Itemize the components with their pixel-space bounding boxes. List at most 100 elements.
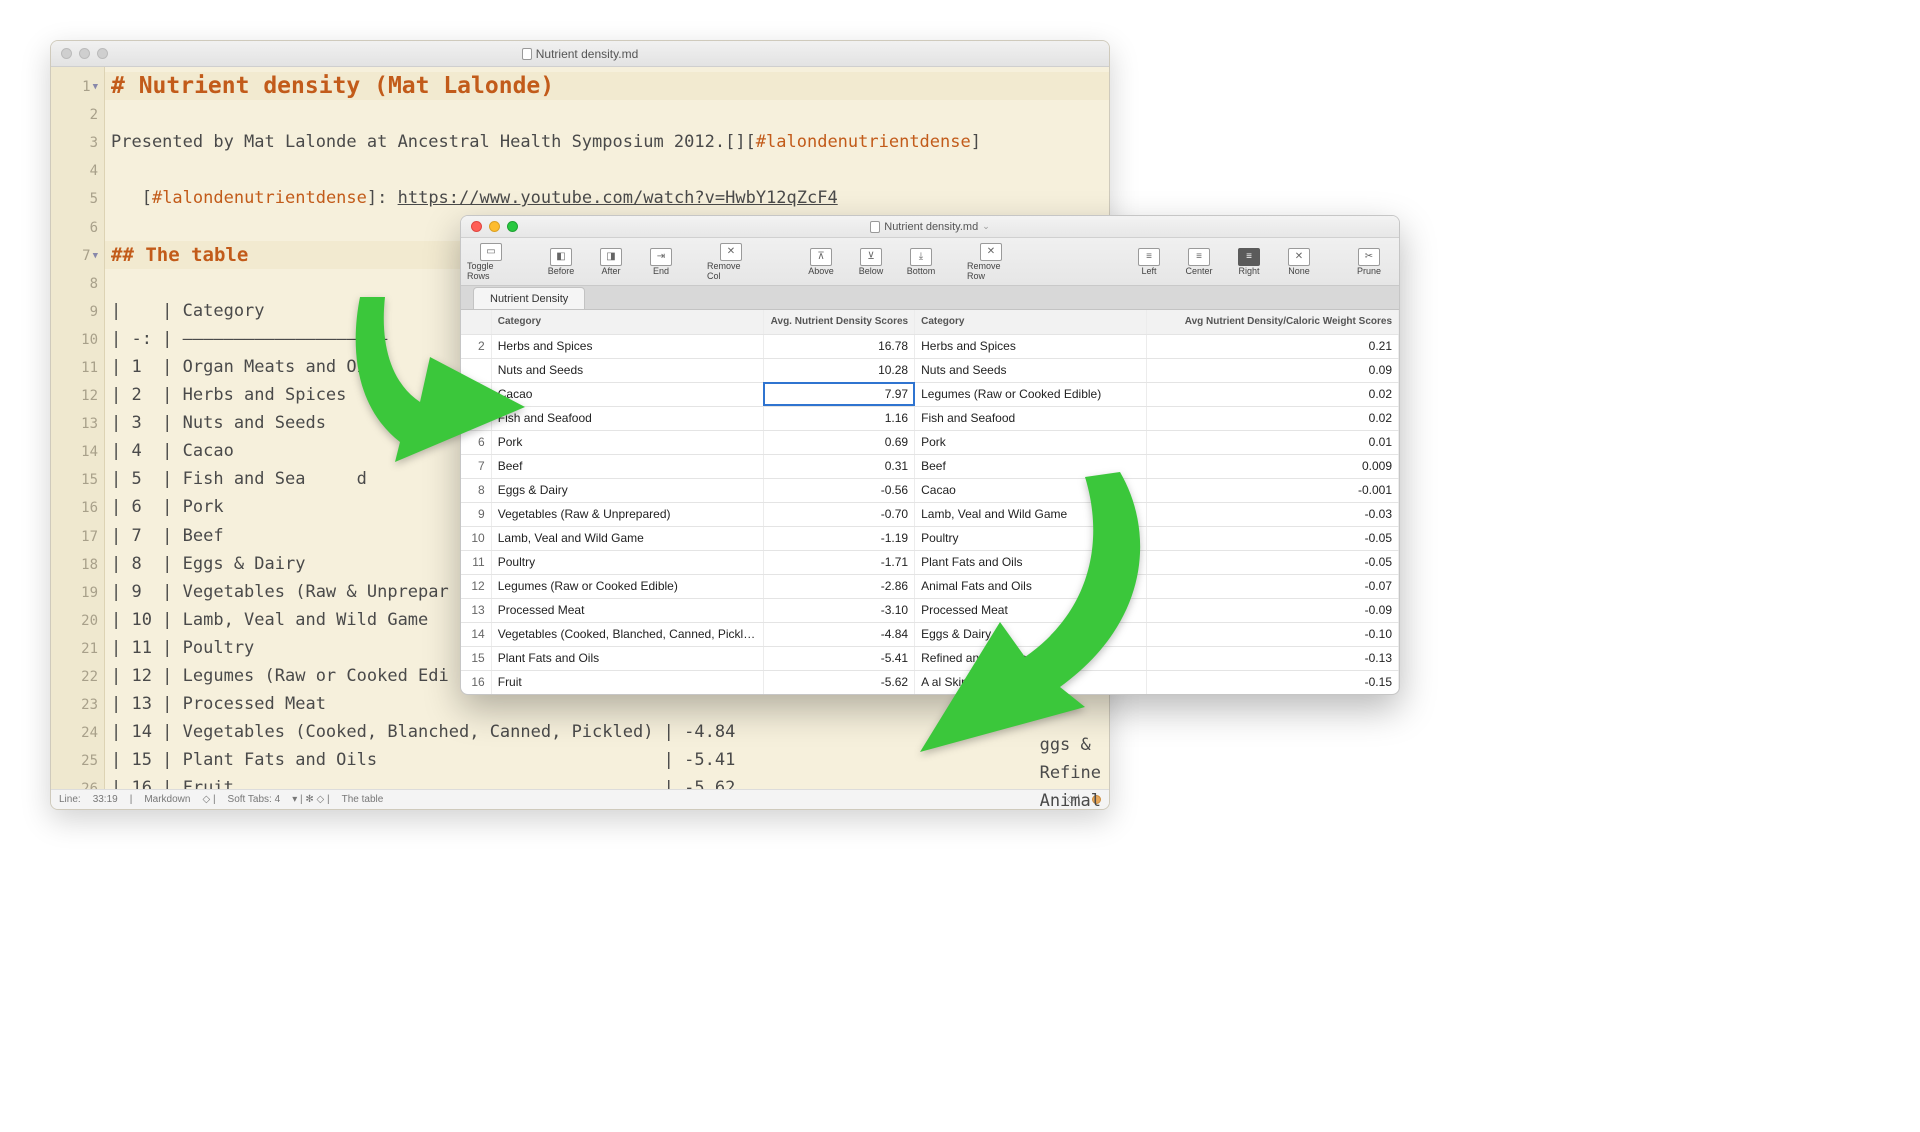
cell[interactable]: Cacao (491, 382, 763, 406)
cell[interactable]: -0.07 (1146, 574, 1398, 598)
table-row[interactable]: 2Herbs and Spices16.78Herbs and Spices0.… (461, 334, 1399, 358)
line-number[interactable]: 23 (51, 691, 104, 719)
line-number[interactable]: 19 (51, 579, 104, 607)
line-number[interactable]: 5 (51, 185, 104, 213)
status-lang[interactable]: Markdown (144, 794, 190, 805)
line-number[interactable]: 6 (51, 213, 104, 241)
line-number[interactable]: 15 (51, 466, 104, 494)
align-right-button[interactable]: ≡Right (1225, 240, 1273, 284)
cell[interactable]: 16.78 (763, 334, 914, 358)
status-crumb[interactable]: The table (342, 794, 384, 805)
cell[interactable]: Fish and Seafood (491, 406, 763, 430)
line-number[interactable]: 20 (51, 607, 104, 635)
chevron-down-icon[interactable]: ⌄ (982, 221, 990, 232)
cell[interactable]: Vegetables (Raw & Unprepared) (491, 502, 763, 526)
line-number[interactable]: 11 (51, 354, 104, 382)
editor-titlebar[interactable]: Nutrient density.md (51, 41, 1109, 67)
cell[interactable]: Pork (491, 430, 763, 454)
cell[interactable]: 0.01 (1146, 430, 1398, 454)
line-number[interactable]: 25 (51, 747, 104, 775)
cell[interactable]: Legumes (Raw or Cooked Edible) (491, 574, 763, 598)
row-below-button[interactable]: ⊻Below (847, 240, 895, 284)
status-tabs[interactable]: Soft Tabs: 4 (228, 794, 281, 805)
cell[interactable]: Fruit (491, 670, 763, 694)
col-end-button[interactable]: ⇥End (637, 240, 685, 284)
cell[interactable]: Legumes (Raw or Cooked Edible) (915, 382, 1147, 406)
prune-button[interactable]: ✂Prune (1345, 240, 1393, 284)
cell[interactable]: 7.97 (763, 382, 914, 406)
column-header[interactable]: Avg Nutrient Density/Caloric Weight Scor… (1146, 310, 1398, 334)
line-number[interactable]: 1 (51, 73, 104, 101)
align-none-button[interactable]: ✕None (1275, 240, 1323, 284)
table-row[interactable]: 5Fish and Seafood1.16Fish and Seafood0.0… (461, 406, 1399, 430)
line-number[interactable]: 12 (51, 382, 104, 410)
cell[interactable]: Nuts and Seeds (491, 358, 763, 382)
cell[interactable]: -0.05 (1146, 550, 1398, 574)
cell[interactable]: 1.16 (763, 406, 914, 430)
cell[interactable]: Poultry (491, 550, 763, 574)
align-left-button[interactable]: ≡Left (1125, 240, 1173, 284)
code-line[interactable]: [#lalondenutrientdense]: https://www.you… (105, 184, 1109, 212)
row-bottom-button[interactable]: ⤓Bottom (897, 240, 945, 284)
line-number[interactable]: 14 (51, 438, 104, 466)
table-row[interactable]: 6Pork0.69Pork0.01 (461, 430, 1399, 454)
cell[interactable]: Fish and Seafood (915, 406, 1147, 430)
cell[interactable]: -0.10 (1146, 622, 1398, 646)
code-line[interactable] (105, 156, 1109, 184)
cell[interactable]: Lamb, Veal and Wild Game (491, 526, 763, 550)
cell[interactable]: Pork (915, 430, 1147, 454)
cell[interactable]: -0.001 (1146, 478, 1398, 502)
cell[interactable]: -0.05 (1146, 526, 1398, 550)
line-number[interactable]: 3 (51, 129, 104, 157)
line-number[interactable]: 10 (51, 326, 104, 354)
line-gutter[interactable]: 1234567891011121314151617181920212223242… (51, 67, 105, 789)
code-line[interactable]: # Nutrient density (Mat Lalonde) (105, 72, 1109, 100)
cell[interactable]: 0.09 (1146, 358, 1398, 382)
cell[interactable]: Plant Fats and Oils (491, 646, 763, 670)
table-row[interactable]: Cacao7.97Legumes (Raw or Cooked Edible)0… (461, 382, 1399, 406)
line-number[interactable]: 8 (51, 270, 104, 298)
align-center-button[interactable]: ≡Center (1175, 240, 1223, 284)
line-number[interactable]: 2 (51, 101, 104, 129)
line-number[interactable]: 26 (51, 775, 104, 789)
line-number[interactable]: 4 (51, 157, 104, 185)
line-number[interactable]: 18 (51, 551, 104, 579)
line-number[interactable]: 17 (51, 523, 104, 551)
cell[interactable]: Herbs and Spices (491, 334, 763, 358)
cell[interactable]: Vegetables (Cooked, Blanched, Canned, Pi… (491, 622, 763, 646)
line-number[interactable]: 16 (51, 494, 104, 522)
line-number[interactable]: 22 (51, 663, 104, 691)
code-line[interactable] (105, 100, 1109, 128)
table-row[interactable]: Nuts and Seeds10.28Nuts and Seeds0.09 (461, 358, 1399, 382)
cell[interactable]: Nuts and Seeds (915, 358, 1147, 382)
col-before-button[interactable]: ◧Before (537, 240, 585, 284)
cell[interactable]: Processed Meat (491, 598, 763, 622)
line-number[interactable]: 7 (51, 242, 104, 270)
cell[interactable]: -0.09 (1146, 598, 1398, 622)
line-number[interactable]: 24 (51, 719, 104, 747)
column-header[interactable]: Category (915, 310, 1147, 334)
code-line[interactable]: | 16 | Fruit | -5.62 (105, 774, 1109, 789)
line-number[interactable]: 21 (51, 635, 104, 663)
cell[interactable]: 0.69 (763, 430, 914, 454)
cell[interactable]: 0.009 (1146, 454, 1398, 478)
table-titlebar[interactable]: Nutrient density.md ⌄ (461, 216, 1399, 238)
cell[interactable]: 0.02 (1146, 382, 1398, 406)
cell[interactable]: -0.03 (1146, 502, 1398, 526)
col-after-button[interactable]: ◨After (587, 240, 635, 284)
column-header[interactable]: Avg. Nutrient Density Scores (763, 310, 914, 334)
cell[interactable]: -0.15 (1146, 670, 1398, 694)
toggle-rows-button[interactable]: ▭Toggle Rows (467, 240, 515, 284)
line-number[interactable]: 9 (51, 298, 104, 326)
cell[interactable]: Beef (491, 454, 763, 478)
remove-row-button[interactable]: ✕Remove Row (967, 240, 1015, 284)
code-line[interactable]: Presented by Mat Lalonde at Ancestral He… (105, 128, 1109, 156)
row-above-button[interactable]: ⊼Above (797, 240, 845, 284)
cell[interactable]: Eggs & Dairy (491, 478, 763, 502)
column-header[interactable]: Category (491, 310, 763, 334)
cell[interactable]: 0.21 (1146, 334, 1398, 358)
remove-col-button[interactable]: ✕Remove Col (707, 240, 755, 284)
cell[interactable]: Herbs and Spices (915, 334, 1147, 358)
cell[interactable]: 0.02 (1146, 406, 1398, 430)
line-number[interactable]: 13 (51, 410, 104, 438)
